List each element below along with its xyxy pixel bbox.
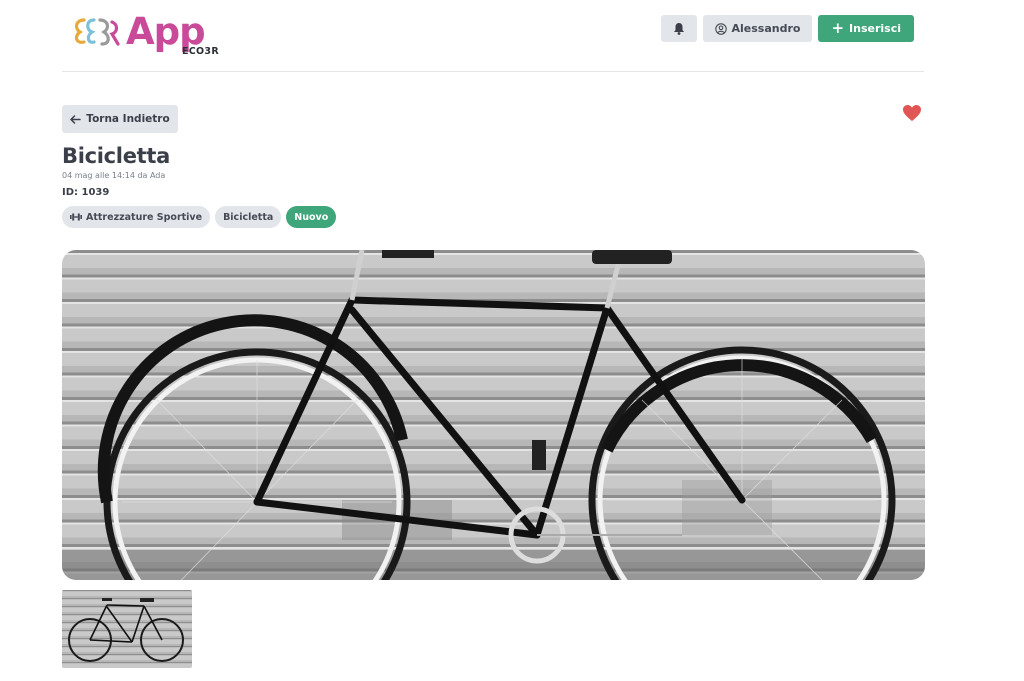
item-title: Bicicletta	[62, 144, 170, 168]
item-id: ID: 1039	[62, 187, 110, 198]
notifications-button[interactable]	[660, 15, 697, 42]
item-meta: 04 mag alle 14:14 da Ada	[62, 171, 166, 180]
bicycle-thumbnail	[62, 590, 192, 668]
user-circle-icon	[714, 22, 727, 35]
tag-list: Attrezzature Sportive Bicicletta Nuovo	[62, 206, 337, 228]
user-menu-button[interactable]: Alessandro	[702, 15, 813, 42]
back-button-label: Torna Indietro	[86, 113, 170, 125]
thumbnail-image[interactable]	[62, 590, 192, 668]
plus-icon: +	[831, 19, 845, 37]
dumbbell-icon	[70, 213, 82, 221]
logo-subtext: ECO3R	[182, 46, 219, 57]
logo-butterfly-icon	[74, 18, 120, 46]
heart-icon[interactable]	[902, 104, 922, 122]
insert-button-label: Inserisci	[849, 22, 901, 35]
top-header: App ECO3R Alessandro + Inserisci	[62, 0, 924, 72]
tag-category-label: Attrezzature Sportive	[86, 211, 203, 223]
tag-subcategory[interactable]: Bicicletta	[215, 206, 282, 228]
bicycle-photo	[62, 250, 925, 580]
back-button[interactable]: Torna Indietro	[62, 105, 178, 133]
user-name-label: Alessandro	[731, 22, 801, 35]
insert-button[interactable]: + Inserisci	[818, 15, 914, 42]
tag-condition[interactable]: Nuovo	[286, 206, 337, 228]
bell-icon	[673, 23, 684, 35]
tag-category[interactable]: Attrezzature Sportive	[62, 206, 211, 228]
app-logo[interactable]: App ECO3R	[72, 12, 219, 58]
main-product-image[interactable]	[62, 250, 925, 580]
arrow-left-icon	[70, 114, 82, 124]
